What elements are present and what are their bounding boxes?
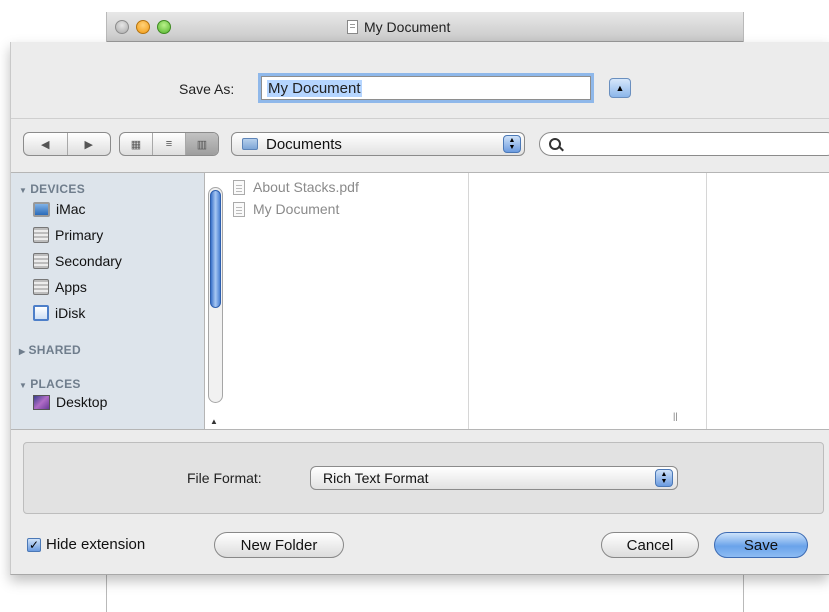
sidebar-item-label: Apps [55,279,87,295]
empty-column [469,173,707,429]
search-field[interactable] [539,132,829,156]
sidebar: ▼ DEVICES iMac Primary Secondary Apps iDi… [11,173,205,429]
save-button[interactable]: Save [714,532,808,558]
list-item[interactable]: About Stacks.pdf [233,179,359,195]
sidebar-item-label: iMac [56,201,86,217]
desktop-icon [33,394,50,410]
new-folder-button[interactable]: New Folder [214,532,344,558]
disclosure-down-icon: ▼ [19,186,28,195]
column-view-button[interactable]: ▥ [186,133,218,155]
root-column: ▲ [205,173,227,429]
file-browser: ▼ DEVICES iMac Primary Secondary Apps iDi… [11,172,829,430]
scrollbar-thumb[interactable] [210,190,221,308]
pdf-file-icon [233,179,245,195]
sidebar-group-shared[interactable]: ▶ SHARED [19,343,81,357]
sidebar-group-devices[interactable]: ▼ DEVICES [19,182,85,196]
document-icon [347,20,358,34]
document-file-icon [233,201,245,217]
disclosure-right-icon: ▶ [19,347,26,356]
back-forward-control: ◀ ▶ [23,132,111,156]
file-format-label: File Format: [187,470,262,486]
collapse-disclosure-button[interactable]: ▲ [609,78,631,98]
save-as-value: My Document [267,80,362,97]
list-icon: ≡ [165,138,173,150]
popup-stepper-icon: ▲ ▼ [503,135,521,153]
zoom-window-icon[interactable] [157,20,171,34]
vertical-scrollbar[interactable] [208,187,223,403]
hard-drive-icon [33,227,49,243]
idisk-icon [33,305,49,321]
sidebar-group-places[interactable]: ▼ PLACES [19,377,81,391]
save-as-row: Save As: My Document ▲ [11,76,829,102]
window-titlebar: My Document [107,12,743,42]
minimize-window-icon[interactable] [136,20,150,34]
browser-toolbar: ◀ ▶ ▦ ≡ ▥ Documents ▲ ▼ [11,132,829,172]
sidebar-item-label: Secondary [55,253,122,269]
save-as-label: Save As: [179,81,235,97]
grid-icon: ▦ [130,138,142,151]
list-view-button[interactable]: ≡ [153,133,186,155]
file-format-popup[interactable]: Rich Text Format ▲ ▼ [310,466,678,490]
search-icon [549,138,561,150]
file-format-value: Rich Text Format [323,470,429,486]
back-button[interactable]: ◀ [24,133,68,155]
sidebar-item-apps[interactable]: Apps [33,279,87,295]
sidebar-item-label: iDisk [55,305,86,321]
scroll-up-icon[interactable]: ▲ [210,417,218,426]
file-name: About Stacks.pdf [253,179,359,195]
group-title-text: SHARED [28,343,81,357]
location-label: Documents [266,135,342,153]
checkmark-icon: ✓ [27,537,41,552]
documents-column: About Stacks.pdf My Document || [227,173,678,429]
location-popup[interactable]: Documents ▲ ▼ [231,132,525,156]
sidebar-item-label: Primary [55,227,104,243]
group-title-text: DEVICES [30,182,86,196]
window-title: My Document [347,19,450,35]
icon-view-button[interactable]: ▦ [120,133,153,155]
hard-drive-icon [33,253,49,269]
window-title-text: My Document [364,19,451,35]
arrow-right-icon: ▶ [84,138,93,151]
forward-button[interactable]: ▶ [68,133,111,155]
view-mode-control: ▦ ≡ ▥ [119,132,219,156]
save-sheet: Save As: My Document ▲ ◀ ▶ ▦ ≡ ▥ Documen… [10,42,829,575]
hide-extension-checkbox[interactable]: ✓ Hide extension [27,536,145,553]
save-as-field[interactable]: My Document [261,76,591,100]
folder-icon [242,138,258,150]
imac-icon [33,201,50,217]
arrow-left-icon: ◀ [41,138,50,151]
triangle-up-icon: ▲ [615,83,625,93]
file-name: My Document [253,201,340,217]
columns-icon: ▥ [196,138,208,151]
popup-stepper-icon: ▲ ▼ [655,469,673,487]
sidebar-item-imac[interactable]: iMac [33,201,86,217]
hide-extension-label: Hide extension [46,536,146,553]
cancel-button[interactable]: Cancel [601,532,699,558]
hard-drive-icon [33,279,49,295]
close-window-icon[interactable] [115,20,129,34]
disclosure-down-icon: ▼ [19,381,28,390]
sidebar-item-label: Desktop [56,394,108,410]
file-format-panel: File Format: Rich Text Format ▲ ▼ [23,442,824,514]
list-item[interactable]: My Document [233,201,339,217]
divider [11,118,829,119]
sidebar-item-desktop[interactable]: Desktop [33,394,107,410]
sidebar-item-secondary[interactable]: Secondary [33,253,122,269]
group-title-text: PLACES [30,377,81,391]
sidebar-item-primary[interactable]: Primary [33,227,103,243]
sidebar-item-idisk[interactable]: iDisk [33,305,85,321]
